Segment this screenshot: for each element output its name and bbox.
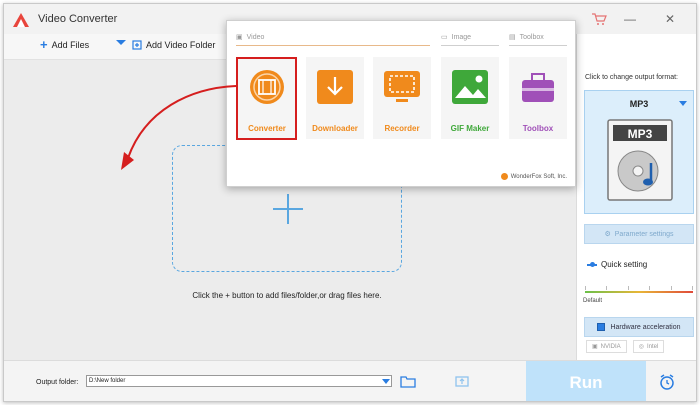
brand-label: WonderFox Soft, Inc.: [510, 173, 567, 180]
nvidia-icon: ▣: [592, 344, 598, 350]
sliders-icon: ⚙: [604, 231, 611, 238]
app-window: Video Converter — ✕ + Add Files Add Vide…: [3, 3, 697, 402]
bottom-bar: Output folder: D:\New folder Run: [4, 360, 696, 401]
run-button[interactable]: Run: [526, 361, 646, 401]
hardware-acceleration-label: Hardware acceleration: [610, 323, 681, 331]
image-category-icon: ▭: [441, 34, 448, 41]
download-icon: [317, 70, 353, 104]
video-category-divider: [236, 45, 430, 46]
toolbox-category-icon: ▤: [509, 34, 516, 41]
launcher-popup: ▣ Video ▭ Image ▤ Toolbox Converter Down…: [226, 20, 576, 187]
tile-downloader[interactable]: Downloader: [306, 57, 364, 139]
image-icon: [452, 70, 488, 104]
output-folder-field[interactable]: D:\New folder: [86, 375, 392, 387]
category-image: ▭ Image: [441, 33, 472, 42]
parameter-settings-label: Parameter settings: [614, 230, 674, 238]
category-video-label: Video: [246, 33, 265, 41]
drop-hint: Click the + button to add files/folder,o…: [192, 291, 382, 300]
output-format-selector[interactable]: MP3 MP3: [584, 90, 694, 214]
parameter-settings-button[interactable]: ⚙ Parameter settings: [584, 224, 694, 244]
tile-recorder[interactable]: Recorder: [373, 57, 431, 139]
tile-toolbox[interactable]: Toolbox: [509, 57, 567, 139]
browse-folder-icon[interactable]: [454, 374, 470, 388]
add-video-folder-label: Add Video Folder: [146, 40, 216, 50]
format-name: MP3: [629, 99, 649, 109]
converter-highlight-box: [236, 57, 297, 140]
tile-gif-maker-label: GIF Maker: [450, 124, 490, 133]
quality-slider-ticks: [585, 286, 693, 290]
brand-footer: WonderFox Soft, Inc.: [500, 173, 567, 180]
quick-setting-label: Quick setting: [587, 260, 647, 269]
nvidia-chip: ▣ NVIDIA: [586, 340, 627, 353]
chevron-down-icon[interactable]: [382, 379, 390, 384]
slider-icon: [587, 261, 597, 267]
category-video: ▣ Video: [236, 33, 265, 42]
category-image-label: Image: [451, 33, 472, 41]
hardware-acceleration-toggle[interactable]: Hardware acceleration: [584, 317, 694, 337]
quick-setting-text: Quick setting: [601, 260, 648, 269]
plus-icon-vertical: [287, 194, 289, 224]
minimize-icon[interactable]: —: [622, 12, 638, 26]
app-logo-icon: [13, 13, 29, 27]
svg-text:MP3: MP3: [628, 127, 653, 141]
wonderfox-logo-icon: [500, 173, 508, 180]
intel-label: Intel: [646, 343, 659, 350]
change-format-label: Click to change output format:: [585, 74, 678, 81]
toolbox-category-divider: [509, 45, 567, 46]
gpu-row: ▣ NVIDIA ◎ Intel: [586, 340, 665, 353]
cart-icon[interactable]: [591, 12, 607, 26]
add-video-folder-button[interactable]: Add Video Folder: [132, 40, 215, 50]
nvidia-label: NVIDIA: [600, 343, 621, 350]
quality-slider[interactable]: [585, 291, 693, 293]
toolbox-icon: [522, 73, 554, 102]
folder-add-icon: [132, 40, 142, 50]
app-title: Video Converter: [38, 13, 118, 25]
checkbox-icon: [597, 323, 606, 331]
intel-chip: ◎ Intel: [632, 340, 665, 353]
alarm-clock-icon[interactable]: [658, 373, 676, 391]
category-toolbox-label: Toolbox: [519, 33, 544, 41]
chevron-down-icon: [116, 40, 126, 45]
open-folder-icon[interactable]: [400, 374, 416, 388]
tile-toolbox-label: Toolbox: [522, 124, 554, 133]
output-side-panel: Click to change output format: MP3 MP3 ⚙…: [576, 34, 696, 360]
video-category-icon: ▣: [236, 34, 243, 41]
chevron-down-icon: [679, 101, 687, 106]
intel-icon: ◎: [638, 344, 644, 350]
add-files-label: Add Files: [51, 40, 90, 50]
tile-recorder-label: Recorder: [384, 124, 420, 133]
category-toolbox: ▤ Toolbox: [509, 33, 544, 42]
tile-gif-maker[interactable]: GIF Maker: [441, 57, 499, 139]
output-folder-label: Output folder:: [36, 379, 79, 386]
add-files-dropdown[interactable]: [116, 40, 126, 45]
image-category-divider: [441, 45, 499, 46]
add-files-button[interactable]: + Add Files: [40, 37, 90, 52]
mp3-file-icon: MP3: [607, 119, 673, 201]
default-label: Default: [583, 298, 603, 304]
tile-downloader-label: Downloader: [312, 124, 358, 133]
close-icon[interactable]: ✕: [662, 12, 678, 26]
plus-icon: +: [40, 37, 48, 52]
screen-record-icon: [384, 71, 420, 102]
